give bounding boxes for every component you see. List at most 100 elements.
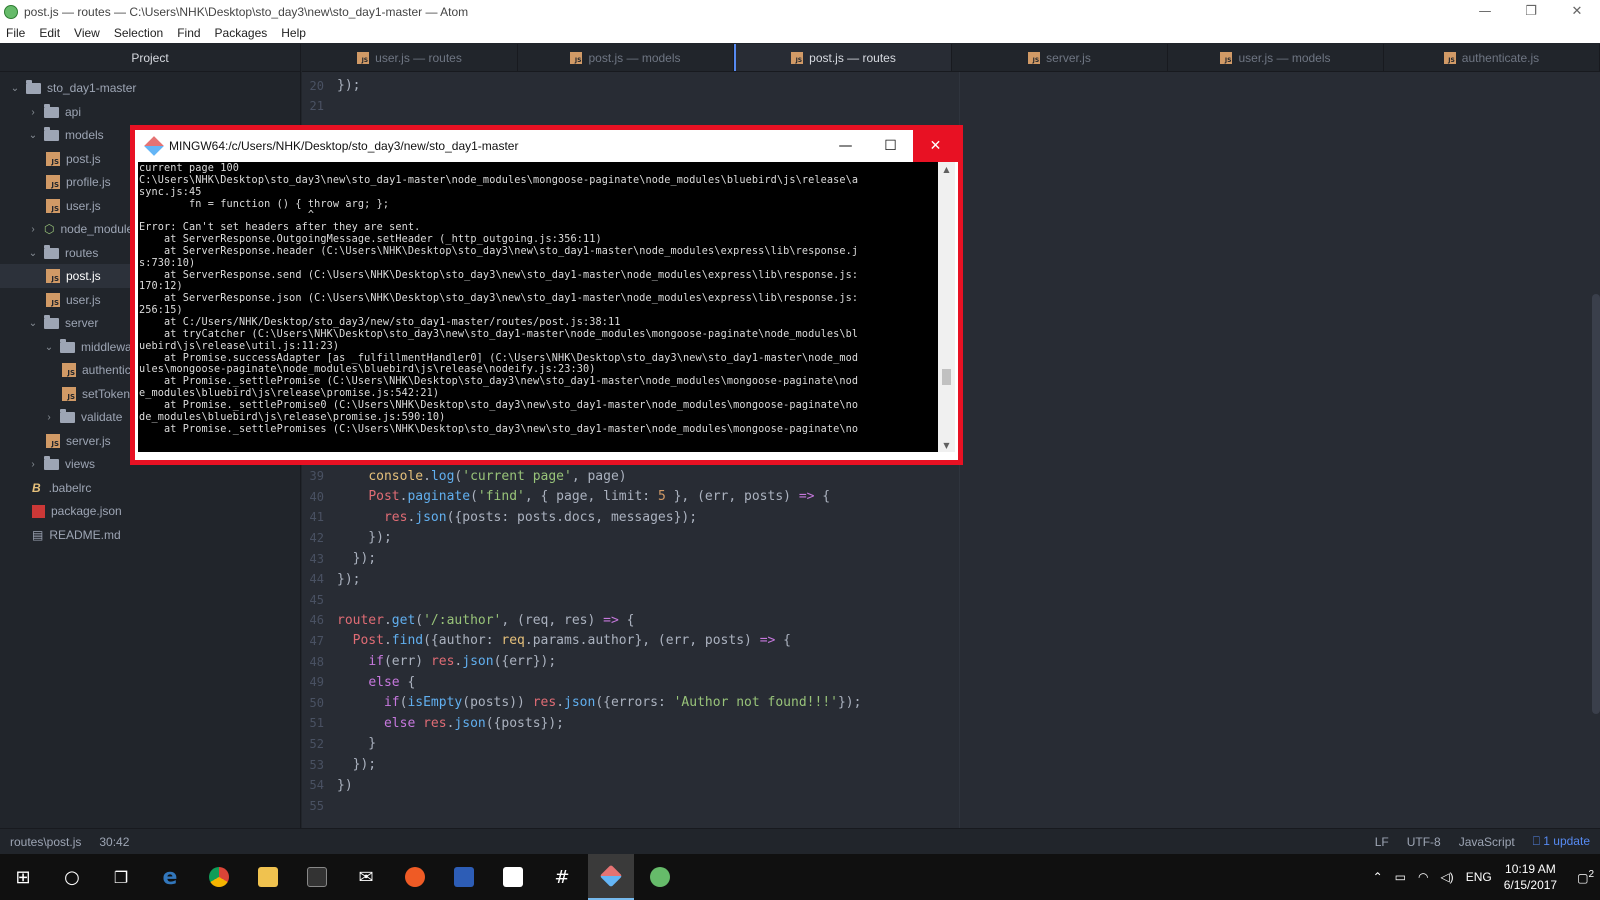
tree-item[interactable]: JS profile.js — [46, 170, 111, 194]
code-line[interactable]: 20}); — [302, 75, 361, 96]
line-number: 42 — [309, 530, 324, 545]
terminal-maximize-button[interactable]: ☐ — [868, 130, 913, 162]
terminal-window[interactable]: MINGW64:/c/Users/NHK/Desktop/sto_day3/ne… — [130, 125, 963, 465]
volume-icon[interactable]: ◁) — [1440, 870, 1453, 884]
chevron-icon[interactable]: ⌄ — [26, 130, 40, 141]
atom-icon[interactable] — [637, 854, 683, 900]
editor-scrollbar[interactable] — [1592, 294, 1600, 714]
code-line[interactable]: 21 — [302, 96, 337, 117]
code-line[interactable]: 51 else res.json({posts}); — [302, 713, 564, 734]
tree-item[interactable]: ⌄ sto_day1-master — [8, 76, 136, 100]
terminal-scroll-thumb[interactable] — [942, 369, 951, 385]
status-cursor-position[interactable]: 30:42 — [99, 835, 129, 849]
git-bash-icon[interactable] — [588, 854, 634, 900]
code-line[interactable]: 49 else { — [302, 672, 416, 693]
powershell-icon[interactable] — [441, 854, 487, 900]
language-indicator[interactable]: ENG — [1466, 870, 1492, 884]
postman-icon[interactable] — [392, 854, 438, 900]
terminal-output[interactable]: current page 100 C:\Users\NHK\Desktop\sto… — [138, 162, 938, 452]
menu-packages[interactable]: Packages — [215, 26, 268, 40]
tree-item[interactable]: ⌄ routes — [26, 241, 98, 265]
battery-icon[interactable]: ▭ — [1395, 870, 1406, 884]
chevron-icon[interactable]: › — [42, 412, 56, 423]
chevron-up-icon[interactable]: ⌃ — [1373, 870, 1383, 884]
tree-item[interactable]: JS server.js — [46, 429, 111, 453]
task-view-icon[interactable]: ❐ — [98, 854, 144, 900]
code-line[interactable]: 44}); — [302, 569, 361, 590]
chevron-icon[interactable]: ⌄ — [42, 342, 56, 353]
code-line[interactable]: 54}) — [302, 775, 353, 796]
code-line[interactable]: 50 if(isEmpty(posts)) res.json({errors: … — [302, 692, 862, 713]
code-line[interactable]: 41 res.json({posts: posts.docs, messages… — [302, 507, 698, 528]
tree-item[interactable]: ⌄ models — [26, 123, 104, 147]
chevron-icon[interactable]: ⌄ — [8, 83, 22, 94]
tree-item[interactable]: › ⬡ node_modules — [26, 217, 139, 241]
tree-item[interactable]: › views — [26, 452, 95, 476]
status-grammar[interactable]: JavaScript — [1459, 835, 1515, 849]
tree-item[interactable]: ⌄ server — [26, 311, 98, 335]
menu-help[interactable]: Help — [281, 26, 306, 40]
tree-item[interactable]: › api — [26, 100, 81, 124]
menu-selection[interactable]: Selection — [114, 26, 163, 40]
restore-button[interactable]: ❐ — [1508, 0, 1554, 23]
mail-icon[interactable]: ✉ — [343, 854, 389, 900]
menu-edit[interactable]: Edit — [39, 26, 60, 40]
code-line[interactable]: 46 router.get('/:author', (req, res) => { — [302, 610, 635, 631]
chevron-icon[interactable]: ⌄ — [26, 248, 40, 259]
slack-icon[interactable]: # — [539, 854, 585, 900]
tree-item[interactable]: B .babelrc — [32, 476, 91, 500]
edge-icon[interactable]: e — [147, 854, 193, 900]
chevron-icon[interactable]: ⌄ — [26, 318, 40, 329]
code-line[interactable]: 47 Post.find({author: req.params.author}… — [302, 630, 791, 651]
search-circle-icon[interactable]: ○ — [49, 854, 95, 900]
tab[interactable]: JS server.js — [952, 44, 1168, 71]
file-explorer-icon[interactable] — [245, 854, 291, 900]
menu-view[interactable]: View — [74, 26, 100, 40]
notepad-icon[interactable] — [490, 854, 536, 900]
chevron-icon[interactable]: › — [26, 224, 40, 235]
tree-item[interactable]: › validate — [42, 405, 122, 429]
status-update-button[interactable]: ⎕ 1 update — [1533, 834, 1590, 849]
tree-item[interactable]: JS user.js — [46, 288, 101, 312]
terminal-scrollbar[interactable]: ▲ ▼ — [938, 162, 955, 452]
code-line[interactable]: 55 — [302, 795, 337, 816]
scroll-up-arrow-icon[interactable]: ▲ — [938, 162, 955, 176]
scroll-down-arrow-icon[interactable]: ▼ — [938, 438, 955, 452]
terminal-minimize-button[interactable]: — — [823, 130, 868, 162]
tree-item[interactable]: JS user.js — [46, 194, 101, 218]
tree-header[interactable]: Project — [0, 44, 300, 72]
notification-icon[interactable]: ▢2 — [1577, 869, 1594, 885]
code-line[interactable]: 39 console.log('current page', page) — [302, 466, 627, 487]
tree-item[interactable]: ▤ README.md — [32, 523, 121, 547]
code-line[interactable]: 48 if(err) res.json({err}); — [302, 651, 557, 672]
terminal-title-bar[interactable]: MINGW64:/c/Users/NHK/Desktop/sto_day3/ne… — [135, 130, 958, 162]
tab[interactable]: JS user.js — models — [1168, 44, 1384, 71]
tab[interactable]: JS user.js — routes — [302, 44, 518, 71]
wifi-icon[interactable]: ◠ — [1418, 870, 1428, 884]
tree-item[interactable]: package.json — [32, 499, 122, 523]
tab[interactable]: JS post.js — models — [518, 44, 734, 71]
code-line[interactable]: 53 }); — [302, 754, 377, 775]
code-line[interactable]: 45 — [302, 589, 337, 610]
code-line[interactable]: 42 }); — [302, 527, 392, 548]
status-file-path[interactable]: routes\post.js — [10, 835, 81, 849]
chevron-icon[interactable]: › — [26, 107, 40, 118]
windows-start-icon[interactable]: ⊞ — [0, 854, 46, 900]
menu-file[interactable]: File — [6, 26, 25, 40]
menu-find[interactable]: Find — [177, 26, 200, 40]
code-line[interactable]: 52 } — [302, 733, 377, 754]
chevron-icon[interactable]: › — [26, 459, 40, 470]
code-line[interactable]: 40 Post.paginate('find', { page, limit: … — [302, 486, 831, 507]
tab[interactable]: JS post.js — routes — [734, 44, 952, 71]
close-button[interactable]: ✕ — [1554, 0, 1600, 23]
minimize-button[interactable]: — — [1462, 0, 1508, 23]
code-line[interactable]: 43 }); — [302, 548, 377, 569]
tab[interactable]: JS authenticate.js — [1384, 44, 1600, 71]
terminal-icon[interactable] — [294, 854, 340, 900]
tree-item[interactable]: JS post.js — [46, 147, 101, 171]
status-encoding[interactable]: UTF-8 — [1407, 835, 1441, 849]
terminal-close-button[interactable]: ✕ — [913, 130, 958, 162]
chrome-icon[interactable] — [196, 854, 242, 900]
status-line-ending[interactable]: LF — [1375, 835, 1389, 849]
clock[interactable]: 10:19 AM 6/15/2017 — [1504, 861, 1557, 893]
